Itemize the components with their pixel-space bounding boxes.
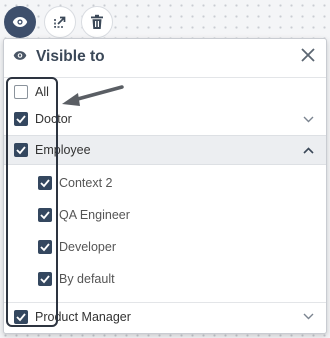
option-doctor[interactable]: Doctor (4, 105, 326, 133)
check-icon (16, 312, 26, 321)
checkbox-doctor[interactable] (14, 112, 28, 126)
checkbox-employee[interactable] (14, 143, 28, 157)
option-by-default[interactable]: By default (4, 265, 326, 293)
visibility-panel: Visible to All Doctor Employee Context 2 (3, 38, 327, 334)
option-developer[interactable]: Developer (4, 233, 326, 261)
check-icon (40, 211, 50, 220)
visibility-button[interactable] (4, 6, 36, 38)
close-icon[interactable] (300, 47, 316, 63)
option-label: QA Engineer (59, 208, 130, 222)
option-label: Doctor (35, 112, 72, 126)
checkbox-qa-engineer[interactable] (38, 208, 52, 222)
trash-icon (91, 14, 103, 29)
option-label: By default (59, 272, 115, 286)
check-icon (40, 243, 50, 252)
option-context-2[interactable]: Context 2 (4, 169, 326, 197)
checkbox-developer[interactable] (38, 240, 52, 254)
option-label: Product Manager (35, 309, 131, 324)
panel-header: Visible to (4, 39, 326, 75)
panel-title: Visible to (36, 48, 105, 65)
chevron-down-icon[interactable] (303, 313, 314, 320)
delete-button[interactable] (81, 6, 113, 38)
option-label: Developer (59, 240, 116, 254)
option-all[interactable]: All (4, 77, 326, 105)
share-button[interactable] (44, 6, 76, 38)
eye-icon (12, 17, 28, 27)
check-icon (16, 146, 26, 155)
option-label: Employee (35, 143, 91, 157)
checkbox-product-manager[interactable] (14, 309, 28, 324)
chevron-up-icon[interactable] (303, 146, 314, 154)
check-icon (16, 115, 26, 124)
check-icon (40, 179, 50, 188)
checkbox-context-2[interactable] (38, 176, 52, 190)
option-product-manager[interactable]: Product Manager (4, 302, 326, 330)
chevron-down-icon[interactable] (303, 116, 314, 123)
option-employee[interactable]: Employee (4, 135, 326, 165)
checkbox-by-default[interactable] (38, 272, 52, 286)
check-icon (40, 275, 50, 284)
option-label: All (35, 84, 49, 99)
checkbox-all[interactable] (14, 84, 28, 99)
share-icon (54, 16, 66, 28)
option-label: Context 2 (59, 176, 113, 190)
eye-icon (13, 51, 27, 60)
option-qa-engineer[interactable]: QA Engineer (4, 201, 326, 229)
